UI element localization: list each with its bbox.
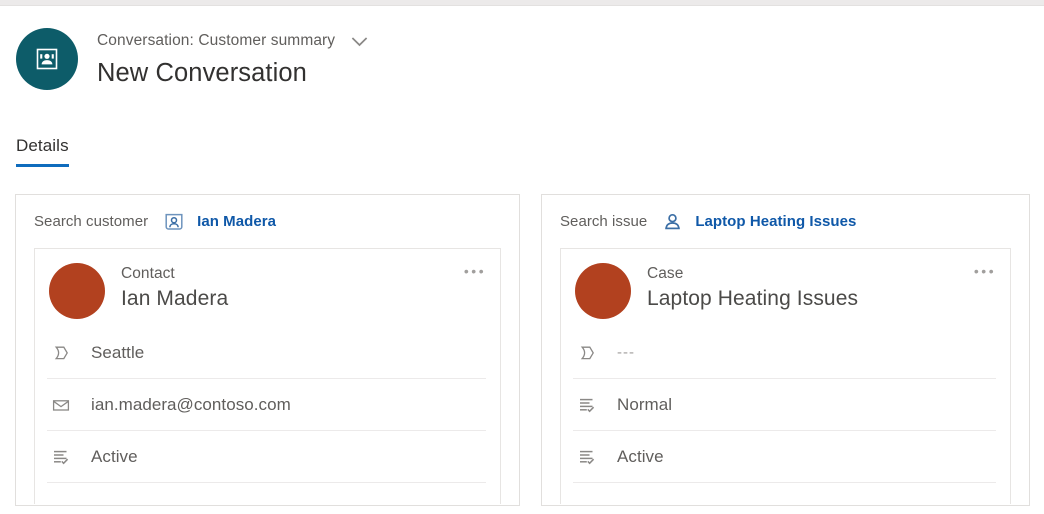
- case-person-icon: [661, 211, 683, 233]
- tabstrip: Details: [0, 136, 1044, 172]
- email-icon: [49, 393, 73, 417]
- search-customer-value[interactable]: Ian Madera: [197, 213, 276, 230]
- header-subtitle: Conversation: Customer summary: [97, 32, 336, 49]
- contact-card-icon: [163, 211, 185, 233]
- contact-location-value: Seattle: [91, 342, 145, 362]
- contact-field-list: Seattle ian.madera@contoso.com Active: [35, 327, 500, 483]
- status-list-icon: [49, 445, 73, 469]
- tab-active-indicator: [16, 164, 69, 167]
- chevron-down-icon[interactable]: [346, 30, 372, 52]
- search-issue-value[interactable]: Laptop Heating Issues: [695, 213, 856, 230]
- search-customer-label: Search customer: [34, 213, 149, 230]
- tab-details-label: Details: [16, 136, 69, 155]
- contact-record-card: Contact Ian Madera ••• Seattle ian.mader…: [34, 248, 501, 504]
- case-status-value: Active: [617, 446, 664, 466]
- page-header: Conversation: Customer summary New Conve…: [0, 14, 1044, 106]
- header-subtitle-row: Conversation: Customer summary: [97, 30, 372, 52]
- case-record-header: Case Laptop Heating Issues •••: [561, 249, 1010, 327]
- contact-avatar: [49, 263, 105, 319]
- case-field-status: Active: [573, 431, 996, 483]
- contact-field-status: Active: [47, 431, 486, 483]
- case-field-list: --- Normal Active: [561, 327, 1010, 483]
- status-list-icon: [575, 393, 599, 417]
- contact-more-options-button[interactable]: •••: [462, 261, 488, 281]
- conversation-avatar: [16, 28, 78, 90]
- case-field-location: ---: [573, 327, 996, 379]
- case-priority-value: Normal: [617, 394, 673, 414]
- case-record-card: Case Laptop Heating Issues ••• --- Norma…: [560, 248, 1011, 504]
- contact-record-titles: Contact Ian Madera: [121, 263, 228, 327]
- issue-card: Search issue Laptop Heating Issues Case …: [541, 194, 1030, 506]
- contact-email-value: ian.madera@contoso.com: [91, 394, 291, 414]
- case-record-type: Case: [647, 265, 684, 282]
- case-location-value: ---: [617, 344, 635, 361]
- case-record-name: Laptop Heating Issues: [647, 287, 859, 310]
- search-issue-row[interactable]: Search issue Laptop Heating Issues: [542, 195, 1029, 248]
- case-avatar: [575, 263, 631, 319]
- header-text-block: Conversation: Customer summary New Conve…: [97, 30, 372, 88]
- page-title: New Conversation: [97, 59, 307, 87]
- contact-record-type: Contact: [121, 265, 175, 282]
- case-field-priority: Normal: [573, 379, 996, 431]
- tab-details[interactable]: Details: [16, 136, 69, 175]
- case-record-titles: Case Laptop Heating Issues: [647, 263, 858, 327]
- contact-field-email: ian.madera@contoso.com: [47, 379, 486, 431]
- contact-record-name: Ian Madera: [121, 287, 229, 310]
- search-issue-label: Search issue: [560, 213, 648, 230]
- customer-card: Search customer Ian Madera Contact Ian M…: [15, 194, 520, 506]
- status-list-icon: [575, 445, 599, 469]
- contact-record-header: Contact Ian Madera •••: [35, 249, 500, 327]
- window-top-strip: [0, 0, 1044, 6]
- search-customer-row[interactable]: Search customer Ian Madera: [16, 195, 519, 248]
- case-more-options-button[interactable]: •••: [972, 261, 998, 281]
- details-cards-area: Search customer Ian Madera Contact Ian M…: [0, 194, 1044, 514]
- contact-status-value: Active: [91, 446, 138, 466]
- contact-field-location: Seattle: [47, 327, 486, 379]
- location-banner-icon: [575, 341, 599, 365]
- location-banner-icon: [49, 341, 73, 365]
- conversation-avatar-icon: [34, 46, 60, 72]
